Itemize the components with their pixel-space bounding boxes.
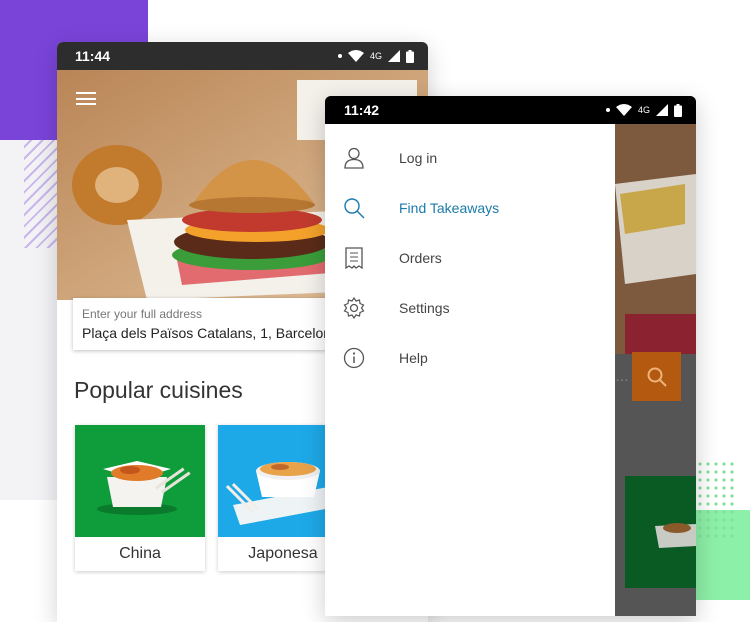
- cuisine-card-partial: [625, 476, 696, 588]
- hamburger-icon[interactable]: [76, 92, 96, 105]
- battery-icon: [406, 49, 414, 63]
- address-value: Plaça dels Països Catalans, 1, Barcelona: [82, 325, 339, 341]
- status-bar: 11:44 4G: [57, 42, 428, 70]
- status-time: 11:44: [75, 48, 111, 64]
- info-icon: [343, 347, 365, 369]
- status-time: 11:42: [344, 102, 380, 118]
- network-type: 4G: [369, 51, 382, 61]
- cuisine-card-china[interactable]: China: [75, 425, 205, 571]
- receipt-icon: [343, 247, 365, 269]
- menu-item-settings[interactable]: Settings: [325, 283, 615, 333]
- wifi-icon: [347, 50, 364, 62]
- menu-item-orders[interactable]: Orders: [325, 233, 615, 283]
- menu-item-log-in[interactable]: Log in: [325, 133, 615, 183]
- notification-dot-icon: [605, 108, 610, 112]
- menu-label-log-in: Log in: [399, 150, 438, 166]
- phone-drawer-screen: 11:42 4G … Log in Find Takeaways Orders …: [325, 96, 696, 616]
- background-stripes: [24, 78, 58, 248]
- network-type: 4G: [637, 105, 650, 115]
- gear-icon: [343, 297, 365, 319]
- status-icons: 4G: [605, 103, 682, 117]
- cuisine-image-china: [75, 425, 205, 537]
- menu-item-find-takeaways[interactable]: Find Takeaways: [325, 183, 615, 233]
- menu-label-settings: Settings: [399, 300, 450, 316]
- menu-label-orders: Orders: [399, 250, 442, 266]
- address-placeholder: Enter your full address: [82, 307, 203, 321]
- menu-label-help: Help: [399, 350, 428, 366]
- signal-icon: [388, 50, 400, 62]
- status-bar-drawer: 11:42 4G: [325, 96, 696, 124]
- section-title: Popular cuisines: [74, 377, 243, 403]
- menu-item-help[interactable]: Help: [325, 333, 615, 383]
- status-icons: 4G: [337, 49, 414, 63]
- address-ellipsis: …: [615, 368, 629, 384]
- battery-icon: [674, 103, 682, 117]
- navigation-drawer: Log in Find Takeaways Orders Settings He…: [325, 124, 615, 616]
- notification-dot-icon: [337, 54, 342, 58]
- signal-icon: [656, 104, 668, 116]
- search-button[interactable]: [632, 352, 681, 401]
- wifi-icon: [615, 104, 632, 116]
- background-dots: [696, 460, 736, 540]
- search-icon: [647, 367, 667, 387]
- user-icon: [343, 147, 365, 169]
- cuisine-label-china: China: [119, 545, 161, 562]
- search-icon: [343, 197, 365, 219]
- menu-label-find-takeaways: Find Takeaways: [399, 200, 500, 216]
